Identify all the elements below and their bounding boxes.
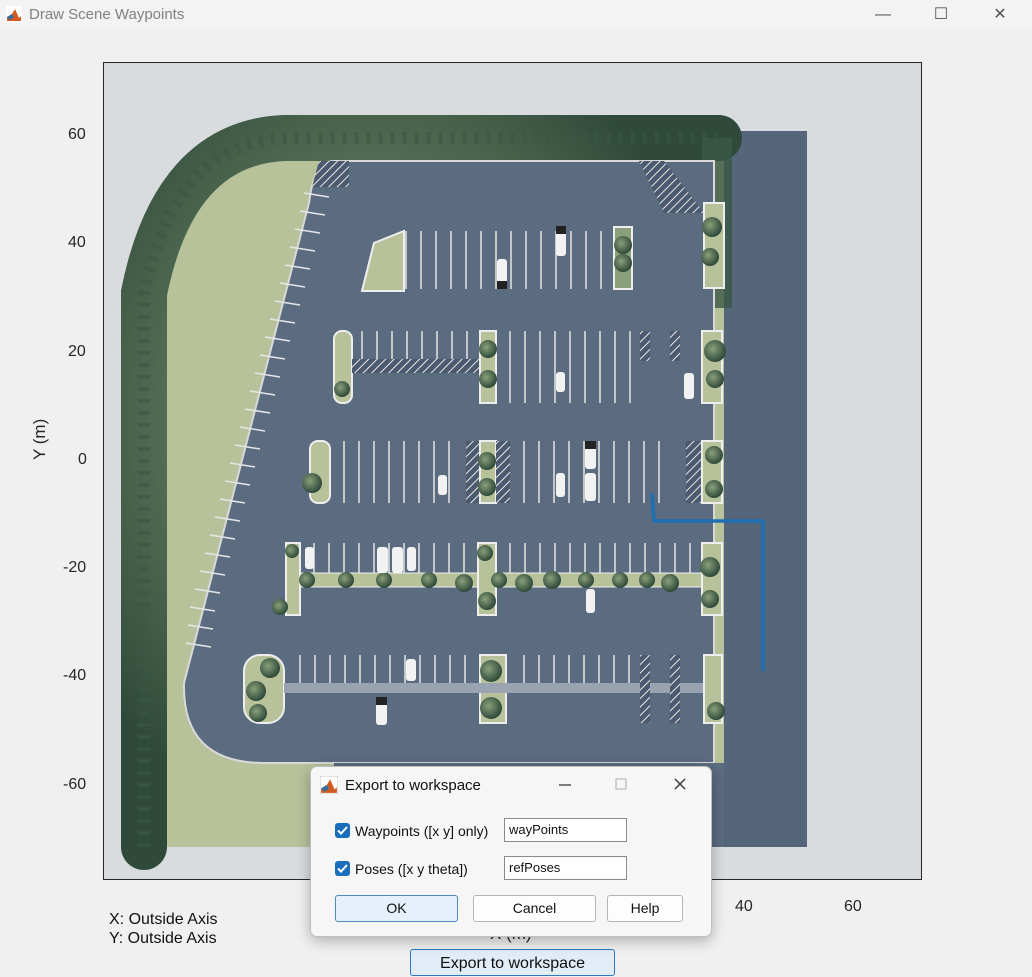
dialog-title: Export to workspace (345, 777, 481, 794)
y-tick-label: -20 (63, 559, 87, 576)
checkmark-icon (337, 864, 348, 873)
y-tick-label: 60 (68, 126, 86, 143)
close-icon (674, 778, 686, 790)
x-readout: X: Outside Axis (109, 911, 218, 928)
axes-plot-area[interactable] (103, 62, 922, 880)
y-tick-label: 40 (68, 234, 86, 251)
y-tick-label: -60 (63, 776, 87, 793)
y-readout: Y: Outside Axis (109, 930, 217, 947)
y-tick-label: 0 (78, 451, 87, 468)
waypoints-variable-field[interactable]: wayPoints (504, 818, 627, 842)
maximize-icon (615, 778, 627, 790)
poses-variable-field[interactable]: refPoses (504, 856, 627, 880)
checkmark-icon (337, 826, 348, 835)
matlab-app-icon (320, 776, 338, 794)
dialog-maximize-button[interactable] (609, 775, 633, 795)
minimize-button[interactable]: — (860, 0, 906, 30)
ok-button[interactable]: OK (335, 895, 458, 922)
side-road (724, 131, 807, 847)
poses-label: Poses ([x y theta]) (355, 861, 468, 877)
dialog-close-button[interactable] (668, 775, 692, 795)
export-dialog: Export to workspace Waypoints ([x y] onl… (310, 766, 712, 937)
export-to-workspace-button[interactable]: Export to workspace (410, 949, 615, 976)
x-tick-label: 40 (735, 898, 753, 915)
minimize-icon (559, 784, 571, 786)
title-bar: Draw Scene Waypoints — ☐ ✕ (0, 0, 1032, 30)
maximize-button[interactable]: ☐ (918, 0, 964, 30)
x-tick-label: 60 (844, 898, 862, 915)
waypoints-label: Waypoints ([x y] only) (355, 823, 489, 839)
y-axis-label: Y (m) (30, 418, 49, 460)
y-tick-label: -40 (63, 667, 87, 684)
y-tick-label: 20 (68, 343, 86, 360)
close-button[interactable]: ✕ (977, 0, 1023, 30)
window-title: Draw Scene Waypoints (29, 6, 185, 23)
help-button[interactable]: Help (607, 895, 683, 922)
parking-lot-image (121, 115, 807, 870)
poses-checkbox[interactable] (335, 861, 350, 876)
matlab-app-icon (6, 6, 22, 22)
dialog-minimize-button[interactable] (553, 775, 577, 795)
waypoints-checkbox[interactable] (335, 823, 350, 838)
cancel-button[interactable]: Cancel (473, 895, 596, 922)
